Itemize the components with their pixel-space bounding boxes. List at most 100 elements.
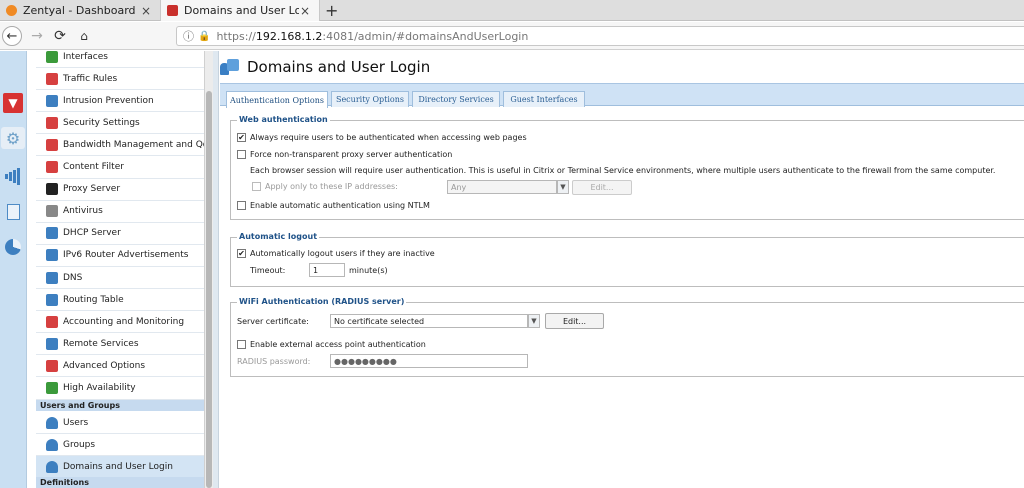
tab-security-options[interactable]: Security Options	[331, 91, 409, 107]
url-bar[interactable]: ⓘ 🔒 https:// 192.168.1.2 :4081/admin/#do…	[176, 26, 1024, 46]
url-scheme: https://	[216, 29, 256, 43]
zentyal-favicon-icon	[6, 5, 17, 16]
timeout-input[interactable]: 1	[309, 263, 345, 277]
document-icon[interactable]	[3, 202, 23, 222]
close-tab-icon[interactable]: ×	[299, 4, 311, 18]
interfaces-icon	[46, 51, 58, 63]
tab-title: Zentyal - Dashboard	[23, 4, 136, 17]
wifi-authentication-legend: WiFi Authentication (RADIUS server)	[237, 297, 407, 306]
web-authentication-fieldset: Web authentication ✔ Always require user…	[230, 115, 1024, 220]
sidebar-item-label: Proxy Server	[63, 184, 121, 195]
browser-tab-dashboard[interactable]: Zentyal - Dashboard ×	[0, 0, 160, 21]
sidebar-item-label: Bandwidth Management and QoS	[63, 139, 204, 150]
force-proxy-checkbox[interactable]	[237, 150, 246, 159]
force-proxy-row: Force non-transparent proxy server authe…	[237, 150, 452, 159]
sidebar-item-remote-services[interactable]: Remote Services	[36, 333, 204, 356]
tab-guest-interfaces[interactable]: Guest Interfaces	[503, 91, 585, 107]
accounting-and-monitoring-icon	[46, 315, 58, 328]
ntlm-row: Enable automatic authentication using NT…	[237, 201, 430, 210]
reload-button[interactable]: ⟳	[50, 26, 70, 46]
sidebar-item-intrusion-prevention[interactable]: Intrusion Prevention	[36, 90, 204, 113]
sidebar-item-domains-and-user-login[interactable]: Domains and User Login	[36, 456, 204, 479]
sidebar-item-label: Users	[63, 417, 89, 428]
sidebar-item-label: Advanced Options	[63, 360, 146, 371]
shield-icon[interactable]: ▼	[3, 93, 23, 113]
sidebar-item-label: Accounting and Monitoring	[63, 316, 185, 327]
force-proxy-note: Each browser session will require user a…	[250, 166, 996, 175]
sidebar-item-security-settings[interactable]: Security Settings	[36, 112, 204, 135]
apply-only-row: Apply only to these IP addresses:	[252, 182, 398, 191]
auto-logout-checkbox[interactable]: ✔	[237, 249, 246, 258]
chevron-down-icon[interactable]: ▼	[557, 180, 569, 194]
sidebar-item-label: Traffic Rules	[63, 73, 118, 84]
traffic-rules-icon	[46, 72, 58, 85]
sidebar-item-dhcp-server[interactable]: DHCP Server	[36, 223, 204, 245]
sidebar-item-users[interactable]: Users	[36, 412, 204, 434]
user-icon	[46, 416, 58, 429]
user-icon	[46, 460, 58, 473]
user-icon	[46, 438, 58, 451]
page-title: Domains and User Login	[247, 58, 431, 76]
section-users-and-groups[interactable]: Users and Groups	[36, 400, 204, 411]
sidebar-item-ipv6-router-advertisements[interactable]: IPv6 Router Advertisements	[36, 245, 204, 267]
domains-users-icon	[220, 58, 240, 76]
radius-password-input[interactable]: ●●●●●●●●●	[330, 354, 528, 368]
web-authentication-legend: Web authentication	[237, 115, 330, 124]
sidebar-item-routing-table[interactable]: Routing Table	[36, 289, 204, 312]
sidebar-item-content-filter[interactable]: Content Filter	[36, 157, 204, 179]
forward-button[interactable]: →	[27, 26, 47, 46]
subtabs-bar: Authentication Options Security Options …	[220, 83, 1024, 108]
sidebar-item-label: High Availability	[63, 383, 136, 393]
close-tab-icon[interactable]: ×	[140, 4, 152, 18]
external-ap-row: Enable external access point authenticat…	[237, 340, 426, 349]
automatic-logout-fieldset: Automatic logout ✔ Automatically logout …	[230, 232, 1024, 287]
sidebar-item-antivirus[interactable]: Antivirus	[36, 201, 204, 223]
sidebar-item-groups[interactable]: Groups	[36, 434, 204, 457]
scrollbar-thumb[interactable]	[206, 91, 212, 488]
sidebar-item-high-availability[interactable]: High Availability	[36, 378, 204, 400]
sidebar-item-proxy-server[interactable]: Proxy Server	[36, 179, 204, 201]
always-require-checkbox[interactable]: ✔	[237, 133, 246, 142]
server-certificate-select[interactable]: No certificate selected	[330, 314, 528, 328]
sidebar-item-bandwidth-management-and-qos[interactable]: Bandwidth Management and QoS	[36, 134, 204, 157]
auto-logout-label: Automatically logout users if they are i…	[250, 249, 435, 258]
info-icon[interactable]: ⓘ	[183, 28, 194, 44]
sidebar-item-label: Remote Services	[63, 338, 139, 349]
tab-title: Domains and User Login	[184, 4, 299, 17]
tab-authentication-options[interactable]: Authentication Options	[226, 91, 328, 108]
section-definitions[interactable]: Definitions	[36, 477, 204, 488]
sidebar-item-label: Groups	[63, 439, 96, 450]
url-host: 192.168.1.2	[255, 29, 323, 43]
always-require-row: ✔ Always require users to be authenticat…	[237, 133, 527, 142]
chevron-down-icon[interactable]: ▼	[528, 314, 540, 328]
ntlm-checkbox[interactable]	[237, 201, 246, 210]
sidebar-scrollbar[interactable]	[204, 51, 213, 488]
browser-nav-bar: ← → ⟳ ⌂ ⓘ 🔒 https:// 192.168.1.2 :4081/a…	[0, 22, 1024, 50]
ip-edit-button[interactable]: Edit...	[572, 180, 632, 195]
sidebar-item-interfaces[interactable]: Interfaces	[36, 51, 204, 68]
timeout-unit: minute(s)	[349, 266, 388, 275]
sidebar-item-label: Content Filter	[63, 162, 124, 172]
module-icon-strip: ▼ ⚙	[0, 51, 27, 488]
new-tab-button[interactable]: +	[325, 1, 338, 20]
timeout-label: Timeout:	[250, 266, 286, 275]
sidebar-item-traffic-rules[interactable]: Traffic Rules	[36, 68, 204, 91]
home-button[interactable]: ⌂	[74, 26, 94, 46]
gear-icon[interactable]: ⚙	[1, 127, 25, 149]
ip-addresses-select[interactable]: Any	[447, 180, 557, 194]
sidebar-item-accounting-and-monitoring[interactable]: Accounting and Monitoring	[36, 311, 204, 334]
apply-only-checkbox[interactable]	[252, 182, 261, 191]
sidebar-item-label: Interfaces	[63, 51, 108, 62]
pie-chart-icon[interactable]	[3, 237, 23, 257]
browser-tab-domains[interactable]: Domains and User Login ×	[160, 0, 320, 21]
back-button[interactable]: ←	[2, 26, 22, 46]
antivirus-icon	[46, 205, 58, 218]
tab-directory-services[interactable]: Directory Services	[412, 91, 500, 107]
sidebar-menu: Interfaces Traffic Rules Intrusion Prevent…	[28, 51, 204, 488]
sidebar-item-advanced-options[interactable]: Advanced Options	[36, 355, 204, 378]
sidebar-item-label: Routing Table	[63, 294, 124, 305]
external-ap-checkbox[interactable]	[237, 340, 246, 349]
bar-chart-icon[interactable]	[3, 166, 23, 186]
sidebar-item-dns[interactable]: DNS	[36, 267, 204, 289]
certificate-edit-button[interactable]: Edit...	[545, 313, 604, 329]
